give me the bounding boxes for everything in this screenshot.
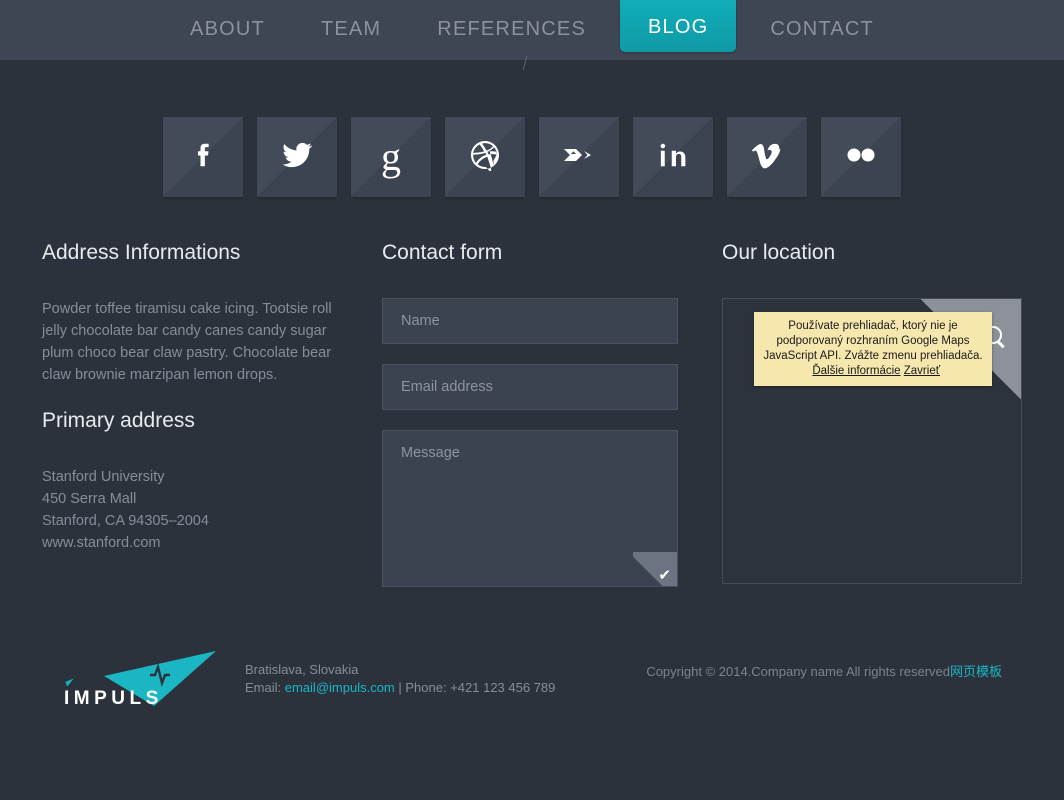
address-paragraph: Powder toffee tiramisu cake icing. Toots… [42, 301, 332, 383]
social-link-facebook[interactable] [163, 117, 243, 197]
message-wrapper: ✔ [382, 430, 678, 587]
social-link-google-plus[interactable]: g [351, 117, 431, 197]
close-warning-link[interactable]: Zavrieť [904, 365, 940, 377]
address-section-title: Address Informations [42, 241, 241, 264]
linkedin-icon [658, 140, 688, 175]
nav-item-references[interactable]: REFERENCES [409, 0, 614, 60]
social-link-dribbble[interactable] [445, 117, 525, 197]
social-link-vimeo[interactable] [727, 117, 807, 197]
email-input[interactable] [382, 364, 678, 410]
behance-icon [562, 143, 596, 172]
logo[interactable]: IMPULS [42, 651, 217, 713]
address-line: 450 Serra Mall [42, 491, 137, 507]
more-info-link[interactable]: Ďalšie informácie [812, 365, 900, 377]
contact-form-column: Contact form ✔ [382, 241, 678, 587]
social-link-twitter[interactable] [257, 117, 337, 197]
facebook-icon [188, 140, 218, 175]
footer-contact-info: Bratislava, Slovakia Email: email@impuls… [245, 661, 555, 697]
nav-item-contact[interactable]: CONTACT [742, 0, 902, 60]
map-section-title: Our location [722, 241, 836, 264]
logo-text: IMPULS [64, 688, 163, 709]
footer-phone-separator: | Phone: [398, 680, 447, 695]
dribbble-icon [469, 139, 501, 176]
top-navigation-bar: ABOUT TEAM REFERENCES BLOG CONTACT [0, 0, 1064, 70]
google-maps-warning: Používate prehliadač, ktorý nie je podpo… [754, 312, 992, 386]
copyright-link[interactable]: 网页模板 [950, 664, 1002, 679]
flickr-icon [843, 146, 879, 169]
map-column: Our location Používate prehliadač, ktorý… [722, 241, 1022, 587]
copyright: Copyright © 2014.Company name All rights… [646, 661, 1002, 680]
social-link-behance[interactable] [539, 117, 619, 197]
name-input[interactable] [382, 298, 678, 344]
address-line: Stanford, CA 94305–2004 [42, 513, 209, 529]
vimeo-icon [751, 139, 783, 176]
nav-item-blog[interactable]: BLOG [620, 0, 737, 52]
primary-address-title: Primary address [42, 409, 195, 432]
footer-email-row: Email: email@impuls.com | Phone: +421 12… [245, 679, 555, 697]
footer-email-label: Email: [245, 680, 282, 695]
submit-button[interactable]: ✔ [633, 552, 677, 586]
copyright-text: Copyright © 2014.Company name All rights… [646, 664, 950, 679]
nav-pointer-mark [522, 56, 528, 70]
google-maps-warning-links: Ďalšie informácie Zavrieť [806, 365, 940, 377]
impuls-tick-icon [65, 678, 76, 687]
primary-address-lines: Stanford University 450 Serra Mall Stanf… [42, 466, 338, 554]
address-column: Address Informations Powder toffee tiram… [42, 241, 338, 587]
social-links-row: g [0, 60, 1064, 197]
footer-location: Bratislava, Slovakia [245, 662, 359, 677]
map-container[interactable]: Používate prehliadač, ktorý nie je podpo… [722, 298, 1022, 584]
address-line: Stanford University [42, 469, 165, 485]
footer-email-link[interactable]: email@impuls.com [285, 680, 395, 695]
google-plus-icon: g [381, 134, 401, 179]
contact-form-title: Contact form [382, 241, 503, 264]
nav-item-about[interactable]: ABOUT [162, 0, 293, 60]
social-link-linkedin[interactable] [633, 117, 713, 197]
main-content: Address Informations Powder toffee tiram… [0, 197, 1064, 587]
address-website[interactable]: www.stanford.com [42, 532, 338, 554]
footer-phone-number: +421 123 456 789 [450, 680, 556, 695]
main-nav: ABOUT TEAM REFERENCES BLOG CONTACT [162, 0, 902, 60]
social-link-flickr[interactable] [821, 117, 901, 197]
footer: IMPULS Bratislava, Slovakia Email: email… [0, 635, 1064, 725]
nav-item-team[interactable]: TEAM [293, 0, 409, 60]
twitter-icon [281, 139, 313, 176]
check-icon: ✔ [658, 567, 671, 584]
google-maps-warning-text: Používate prehliadač, ktorý nie je podpo… [763, 320, 983, 362]
